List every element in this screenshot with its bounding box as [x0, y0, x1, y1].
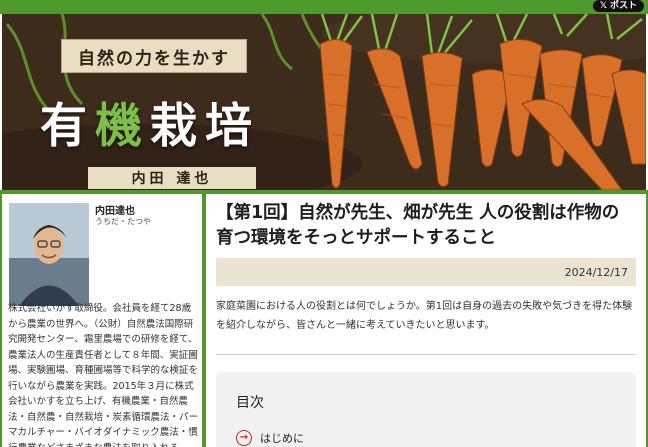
article-title: 【第1回】自然が先生、畑が先生 人の役割は作物の育つ環境をそっとサポートすること [216, 203, 620, 248]
post-label: ポスト [609, 1, 637, 11]
banner-title: 有機栽培 [40, 87, 260, 156]
banner-author: 内田 達也 [88, 167, 256, 189]
banner-title-char-2: 機 [95, 99, 150, 154]
article-main: 【第1回】自然が先生、畑が先生 人の役割は作物の育つ環境をそっとサポートすること… [206, 194, 646, 447]
x-post-button[interactable]: 𝕏 ポスト [592, 0, 644, 12]
x-logo-icon: 𝕏 [599, 1, 607, 11]
author-name-reading: うちだ・たつや [95, 217, 151, 226]
article-date-bar: 2024/12/17 [216, 258, 636, 286]
author-sidebar: 内田達也 うちだ・たつや 株式会社いかす取締役。会社員を経て28歳から農業の世界… [2, 194, 202, 447]
author-bio: 株式会社いかす取締役。会社員を経て28歳から農業の世界へ。（公財）自然農法国際研… [8, 303, 199, 447]
table-of-contents: 目次 → はじめに [216, 372, 636, 447]
toc-item-intro[interactable]: → はじめに [236, 430, 304, 446]
author-name: 内田達也 [95, 206, 135, 217]
toc-heading: 目次 [236, 395, 264, 411]
series-banner: 自然の力を生かす 有機栽培 内田 達也 [2, 14, 646, 190]
lead-divider [216, 354, 636, 355]
banner-title-char-1: 有 [40, 99, 95, 154]
banner-title-group: 自然の力を生かす 有機栽培 内田 達也 [30, 39, 256, 189]
toc-item-label: はじめに [260, 432, 304, 445]
article-date: 2024/12/17 [564, 265, 628, 279]
banner-subtitle: 自然の力を生かす [61, 39, 247, 73]
banner-title-rest: 栽培 [150, 99, 260, 154]
top-bar: 𝕏 ポスト [0, 0, 648, 14]
article-lead: 家庭菜園における人の役割とは何でしょうか。第1回は自身の過去の失敗や気づきを得た… [216, 301, 633, 331]
arrow-right-icon: → [236, 430, 252, 446]
author-photo [9, 203, 89, 306]
